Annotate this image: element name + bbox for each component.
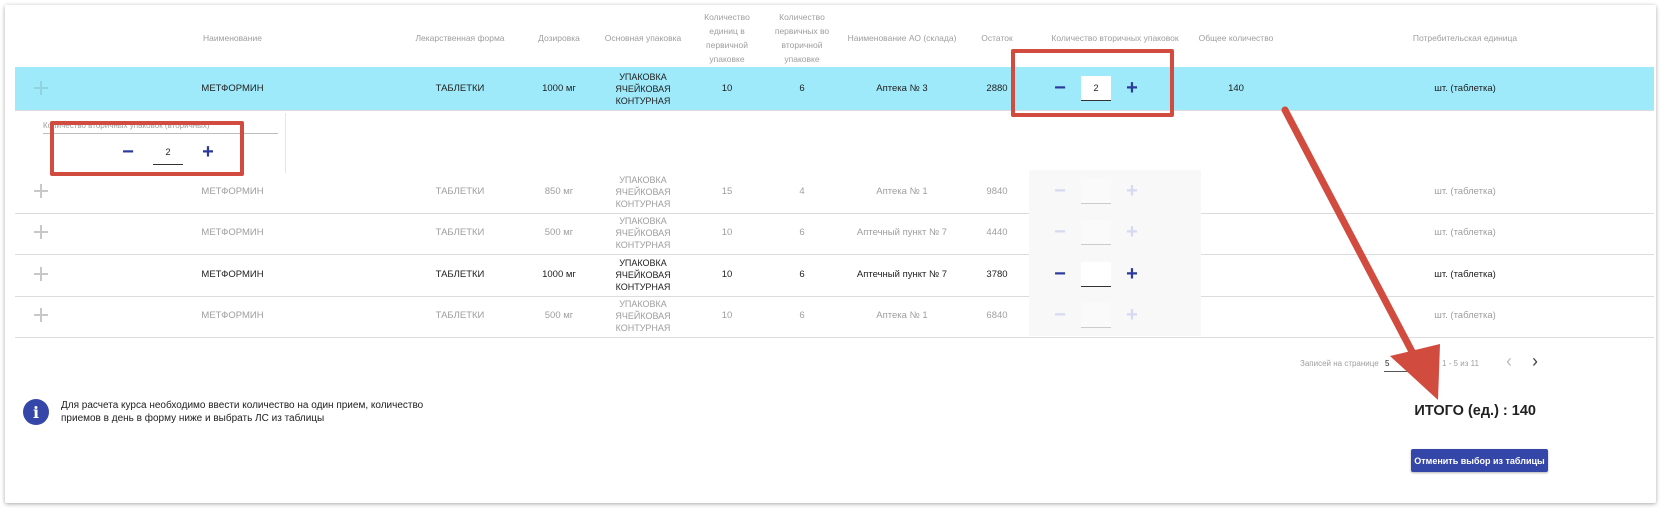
annotation-arrow — [1281, 106, 1440, 400]
